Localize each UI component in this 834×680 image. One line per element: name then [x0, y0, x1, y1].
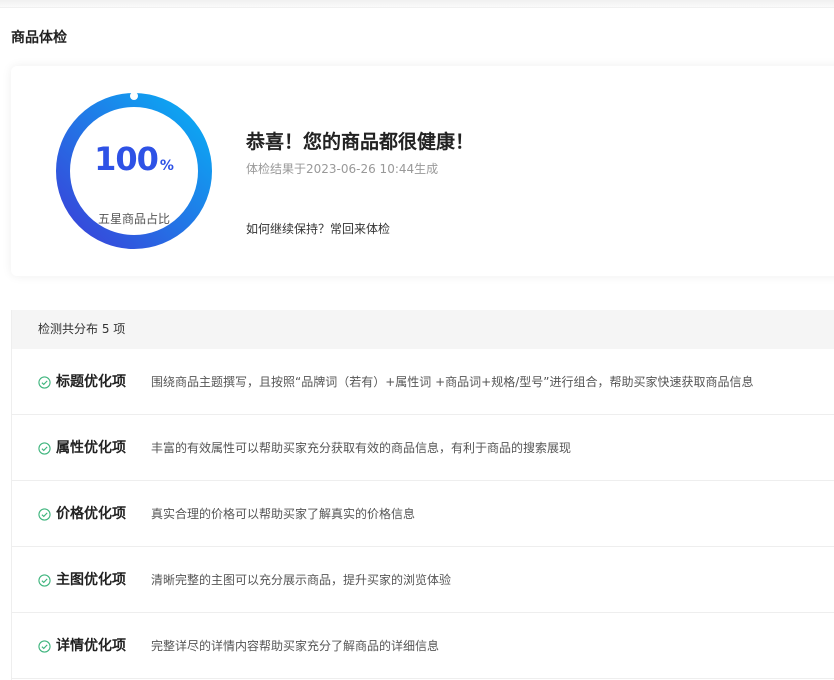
gauge-value: 100%	[55, 140, 213, 178]
check-item-name: 属性优化项	[56, 440, 126, 456]
health-headline: 恭喜！您的商品都很健康！	[246, 131, 475, 153]
check-item-main-image: 主图优化项 清晰完整的主图可以充分展示商品，提升买家的浏览体验	[12, 547, 834, 613]
check-items-table: 检测共分布 5 项 标题优化项 围绕商品主题撰写，且按照“品牌词（若有）+属性词…	[11, 310, 834, 680]
check-item-desc: 丰富的有效属性可以帮助买家充分获取有效的商品信息，有利于商品的搜索展现	[151, 441, 572, 455]
gauge-number: 100	[94, 140, 159, 178]
summary-card: 100% 五星商品占比 恭喜！您的商品都很健康！ 体检结果于2023-06-26…	[11, 66, 834, 276]
check-item-title: 标题优化项 围绕商品主题撰写，且按照“品牌词（若有）+属性词 +商品词+规格/型…	[12, 349, 834, 415]
check-item-name: 主图优化项	[56, 572, 126, 588]
check-circle-icon	[38, 574, 51, 587]
gauge-end-dot	[130, 92, 138, 100]
check-circle-icon	[38, 508, 51, 521]
check-circle-icon	[38, 640, 51, 653]
check-item-price: 价格优化项 真实合理的价格可以帮助买家了解真实的价格信息	[12, 481, 834, 547]
check-circle-icon	[38, 442, 51, 455]
top-strip	[0, 0, 834, 8]
check-item-name: 标题优化项	[56, 374, 126, 390]
check-item-desc: 围绕商品主题撰写，且按照“品牌词（若有）+属性词 +商品词+规格/型号”进行组合…	[151, 375, 754, 389]
check-item-name: 详情优化项	[56, 638, 126, 654]
check-item-details: 详情优化项 完整详尽的详情内容帮助买家充分了解商品的详细信息	[12, 613, 834, 679]
keep-healthy-tip: 如何继续保持？常回来体检	[246, 222, 391, 236]
check-items-header: 检测共分布 5 项	[12, 310, 834, 349]
page-title: 商品体检	[11, 30, 67, 46]
check-item-desc: 清晰完整的主图可以充分展示商品，提升买家的浏览体验	[151, 573, 452, 587]
check-item-name: 价格优化项	[56, 506, 126, 522]
gauge-unit: %	[159, 158, 174, 174]
health-gauge: 100% 五星商品占比	[55, 92, 213, 250]
check-item-desc: 真实合理的价格可以帮助买家了解真实的价格信息	[151, 507, 416, 521]
check-item-attributes: 属性优化项 丰富的有效属性可以帮助买家充分获取有效的商品信息，有利于商品的搜索展…	[12, 415, 834, 481]
check-circle-icon	[38, 376, 51, 389]
check-timestamp: 体检结果于2023-06-26 10:44生成	[246, 162, 439, 176]
gauge-label: 五星商品占比	[97, 212, 170, 226]
check-item-desc: 完整详尽的详情内容帮助买家充分了解商品的详细信息	[151, 639, 440, 653]
